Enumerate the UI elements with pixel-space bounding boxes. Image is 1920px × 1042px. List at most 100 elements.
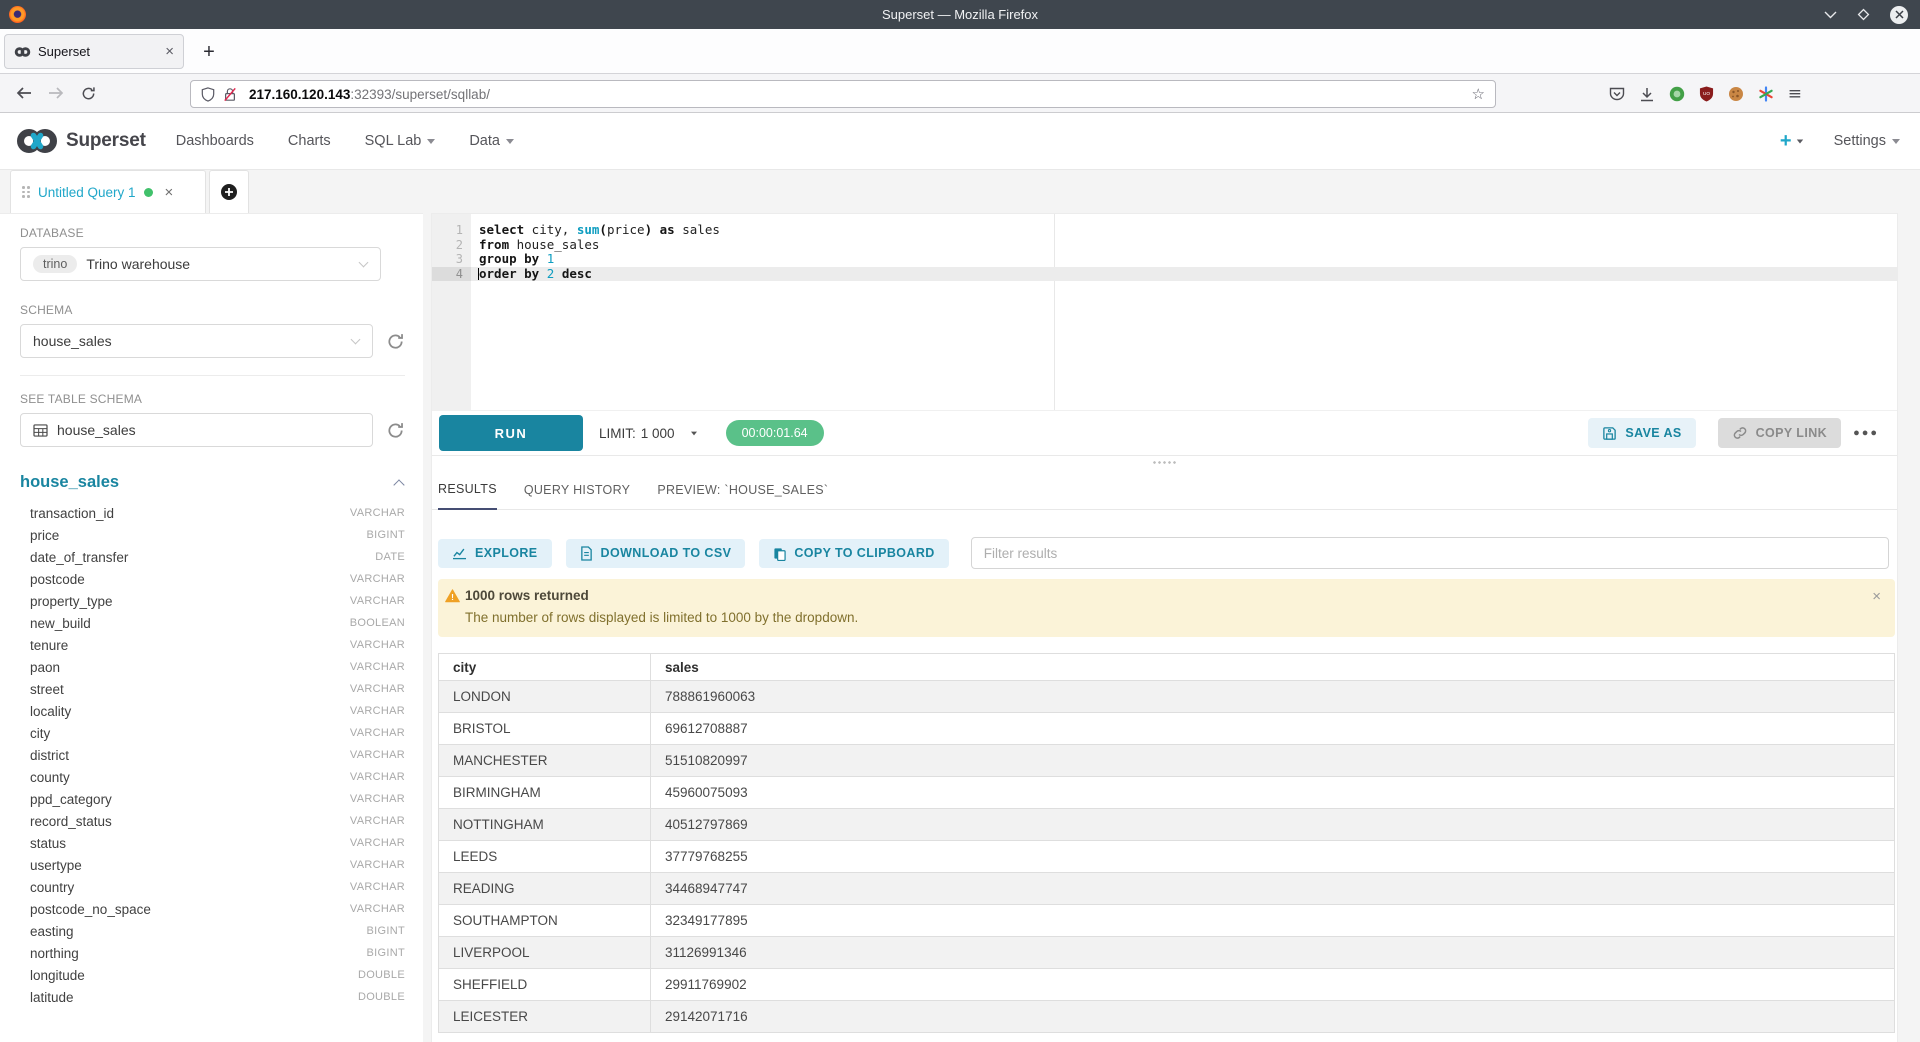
database-select[interactable]: trino Trino warehouse <box>20 247 381 281</box>
download-icon[interactable] <box>1639 87 1655 102</box>
schema-column-row[interactable]: easting BIGINT <box>20 920 405 942</box>
nav-item-dashboards[interactable]: Dashboards <box>176 133 254 149</box>
drag-handle-icon[interactable] <box>22 186 30 198</box>
schema-column-row[interactable]: cityVARCHAR <box>20 722 405 744</box>
more-options-icon[interactable]: ●●● <box>1853 427 1879 439</box>
warning-icon: ! <box>445 589 460 603</box>
schema-columns-list: transaction_idVARCHARpriceBIGINTdate_of_… <box>20 502 405 1008</box>
result-row: BRISTOL69612708887 <box>439 713 1895 745</box>
schema-column-row[interactable]: new_buildBOOLEAN <box>20 612 405 634</box>
new-tab-button[interactable]: + <box>196 39 222 65</box>
schema-column-row[interactable]: districtVARCHAR <box>20 744 405 766</box>
schema-select[interactable]: house_sales <box>20 324 373 358</box>
new-item-button[interactable]: + <box>1780 130 1804 153</box>
copy-link-button[interactable]: COPY LINK <box>1718 418 1841 448</box>
window-title: Superset — Mozilla Firefox <box>0 0 1920 29</box>
column-type: BOOLEAN <box>350 617 405 629</box>
tab-query-history[interactable]: QUERY HISTORY <box>524 483 630 509</box>
copy-clipboard-button[interactable]: COPY TO CLIPBOARD <box>759 539 948 568</box>
cookie-icon[interactable] <box>1728 86 1744 102</box>
window-minimize-icon[interactable] <box>1824 11 1837 19</box>
back-icon[interactable] <box>8 79 40 107</box>
extension-green-icon[interactable] <box>1669 86 1685 102</box>
lock-insecure-icon[interactable] <box>223 87 237 102</box>
menu-hamburger-icon[interactable]: ≡ <box>1788 84 1802 104</box>
nav-item-data[interactable]: Data <box>469 133 514 149</box>
tab-preview-house-sales[interactable]: PREVIEW: `HOUSE_SALES` <box>657 483 828 509</box>
schema-column-row[interactable]: localityVARCHAR <box>20 700 405 722</box>
column-type: BIGINT <box>367 925 405 937</box>
chart-line-icon <box>452 547 467 560</box>
window-close-icon[interactable] <box>1890 6 1908 24</box>
chevron-down-icon <box>427 139 435 144</box>
schema-column-row[interactable]: tenureVARCHAR <box>20 634 405 656</box>
ublock-shield-icon[interactable]: UO <box>1699 86 1714 102</box>
schema-value: house_sales <box>33 333 112 349</box>
collapse-chevron-icon[interactable] <box>393 479 404 490</box>
filter-results-input[interactable] <box>971 537 1889 569</box>
forward-icon[interactable] <box>40 79 72 107</box>
brand-name: Superset <box>66 130 146 152</box>
save-as-button[interactable]: SAVE AS <box>1588 418 1695 448</box>
run-button[interactable]: RUN <box>439 415 583 451</box>
sql-code-editor[interactable]: 1234 select city, sum(price) as salesfro… <box>432 214 1897 411</box>
schema-column-row[interactable]: priceBIGINT <box>20 524 405 546</box>
refresh-schema-icon[interactable] <box>386 332 405 351</box>
alert-close-icon[interactable]: × <box>1872 588 1881 605</box>
nav-item-sql-lab[interactable]: SQL Lab <box>365 133 436 149</box>
refresh-table-icon[interactable] <box>386 421 405 440</box>
download-csv-button[interactable]: DOWNLOAD TO CSV <box>566 539 746 568</box>
query-tab-close-icon[interactable]: × <box>165 184 174 201</box>
schema-column-row[interactable]: paonVARCHAR <box>20 656 405 678</box>
rows-returned-alert: ! 1000 rows returned The number of rows … <box>438 579 1895 637</box>
editor-gutter: 1234 <box>432 214 471 410</box>
schema-column-row[interactable]: countryVARCHAR <box>20 876 405 898</box>
settings-menu[interactable]: Settings <box>1834 133 1900 149</box>
schema-label: SCHEMA <box>20 303 405 317</box>
schema-column-row[interactable]: property_typeVARCHAR <box>20 590 405 612</box>
pocket-icon[interactable] <box>1609 87 1625 102</box>
results-header-row[interactable]: city sales <box>439 654 1895 681</box>
result-row: LEEDS37779768255 <box>439 841 1895 873</box>
schema-column-row[interactable]: longitudeDOUBLE <box>20 964 405 986</box>
extension-asterisk-icon[interactable] <box>1758 86 1774 102</box>
column-name: easting <box>30 924 74 939</box>
schema-column-row[interactable]: usertypeVARCHAR <box>20 854 405 876</box>
add-query-tab-button[interactable] <box>209 170 249 213</box>
browser-tab-superset[interactable]: Superset × <box>4 34 184 69</box>
explore-button[interactable]: EXPLORE <box>438 539 552 568</box>
window-maximize-icon[interactable] <box>1857 8 1870 21</box>
reload-icon[interactable] <box>72 79 104 107</box>
schema-column-row[interactable]: ppd_categoryVARCHAR <box>20 788 405 810</box>
schema-column-row[interactable]: countyVARCHAR <box>20 766 405 788</box>
column-type: DATE <box>375 551 405 563</box>
schema-column-row[interactable]: date_of_transferDATE <box>20 546 405 568</box>
schema-column-row[interactable]: record_statusVARCHAR <box>20 810 405 832</box>
table-select[interactable]: house_sales <box>20 413 373 447</box>
schema-column-row[interactable]: transaction_idVARCHAR <box>20 502 405 524</box>
schema-column-row[interactable]: streetVARCHAR <box>20 678 405 700</box>
pane-resizer[interactable] <box>432 456 1897 470</box>
shield-icon[interactable] <box>201 87 215 102</box>
schema-column-row[interactable]: northingBIGINT <box>20 942 405 964</box>
nav-item-charts[interactable]: Charts <box>288 133 331 149</box>
schema-column-row[interactable]: statusVARCHAR <box>20 832 405 854</box>
database-label: DATABASE <box>20 226 405 240</box>
schema-column-row[interactable]: postcodeVARCHAR <box>20 568 405 590</box>
query-tab-untitled-1[interactable]: Untitled Query 1 × <box>10 170 206 213</box>
table-value: house_sales <box>57 422 136 438</box>
tab-close-icon[interactable]: × <box>165 44 174 59</box>
bookmark-star-icon[interactable]: ☆ <box>1472 85 1485 103</box>
column-type: VARCHAR <box>350 573 405 585</box>
column-header-city[interactable]: city <box>439 654 651 681</box>
schema-column-row[interactable]: postcode_no_spaceVARCHAR <box>20 898 405 920</box>
column-type: VARCHAR <box>350 705 405 717</box>
column-header-sales[interactable]: sales <box>651 654 1895 681</box>
limit-dropdown[interactable]: LIMIT: 1 000 <box>599 426 698 441</box>
elapsed-time-badge: 00:00:01.64 <box>726 420 824 446</box>
schema-column-row[interactable]: latitudeDOUBLE <box>20 986 405 1008</box>
tab-results[interactable]: RESULTS <box>438 482 497 510</box>
table-heading[interactable]: house_sales <box>20 473 119 492</box>
column-type: VARCHAR <box>350 595 405 607</box>
url-bar[interactable]: 217.160.120.143:32393/superset/sqllab/ ☆ <box>190 80 1496 108</box>
